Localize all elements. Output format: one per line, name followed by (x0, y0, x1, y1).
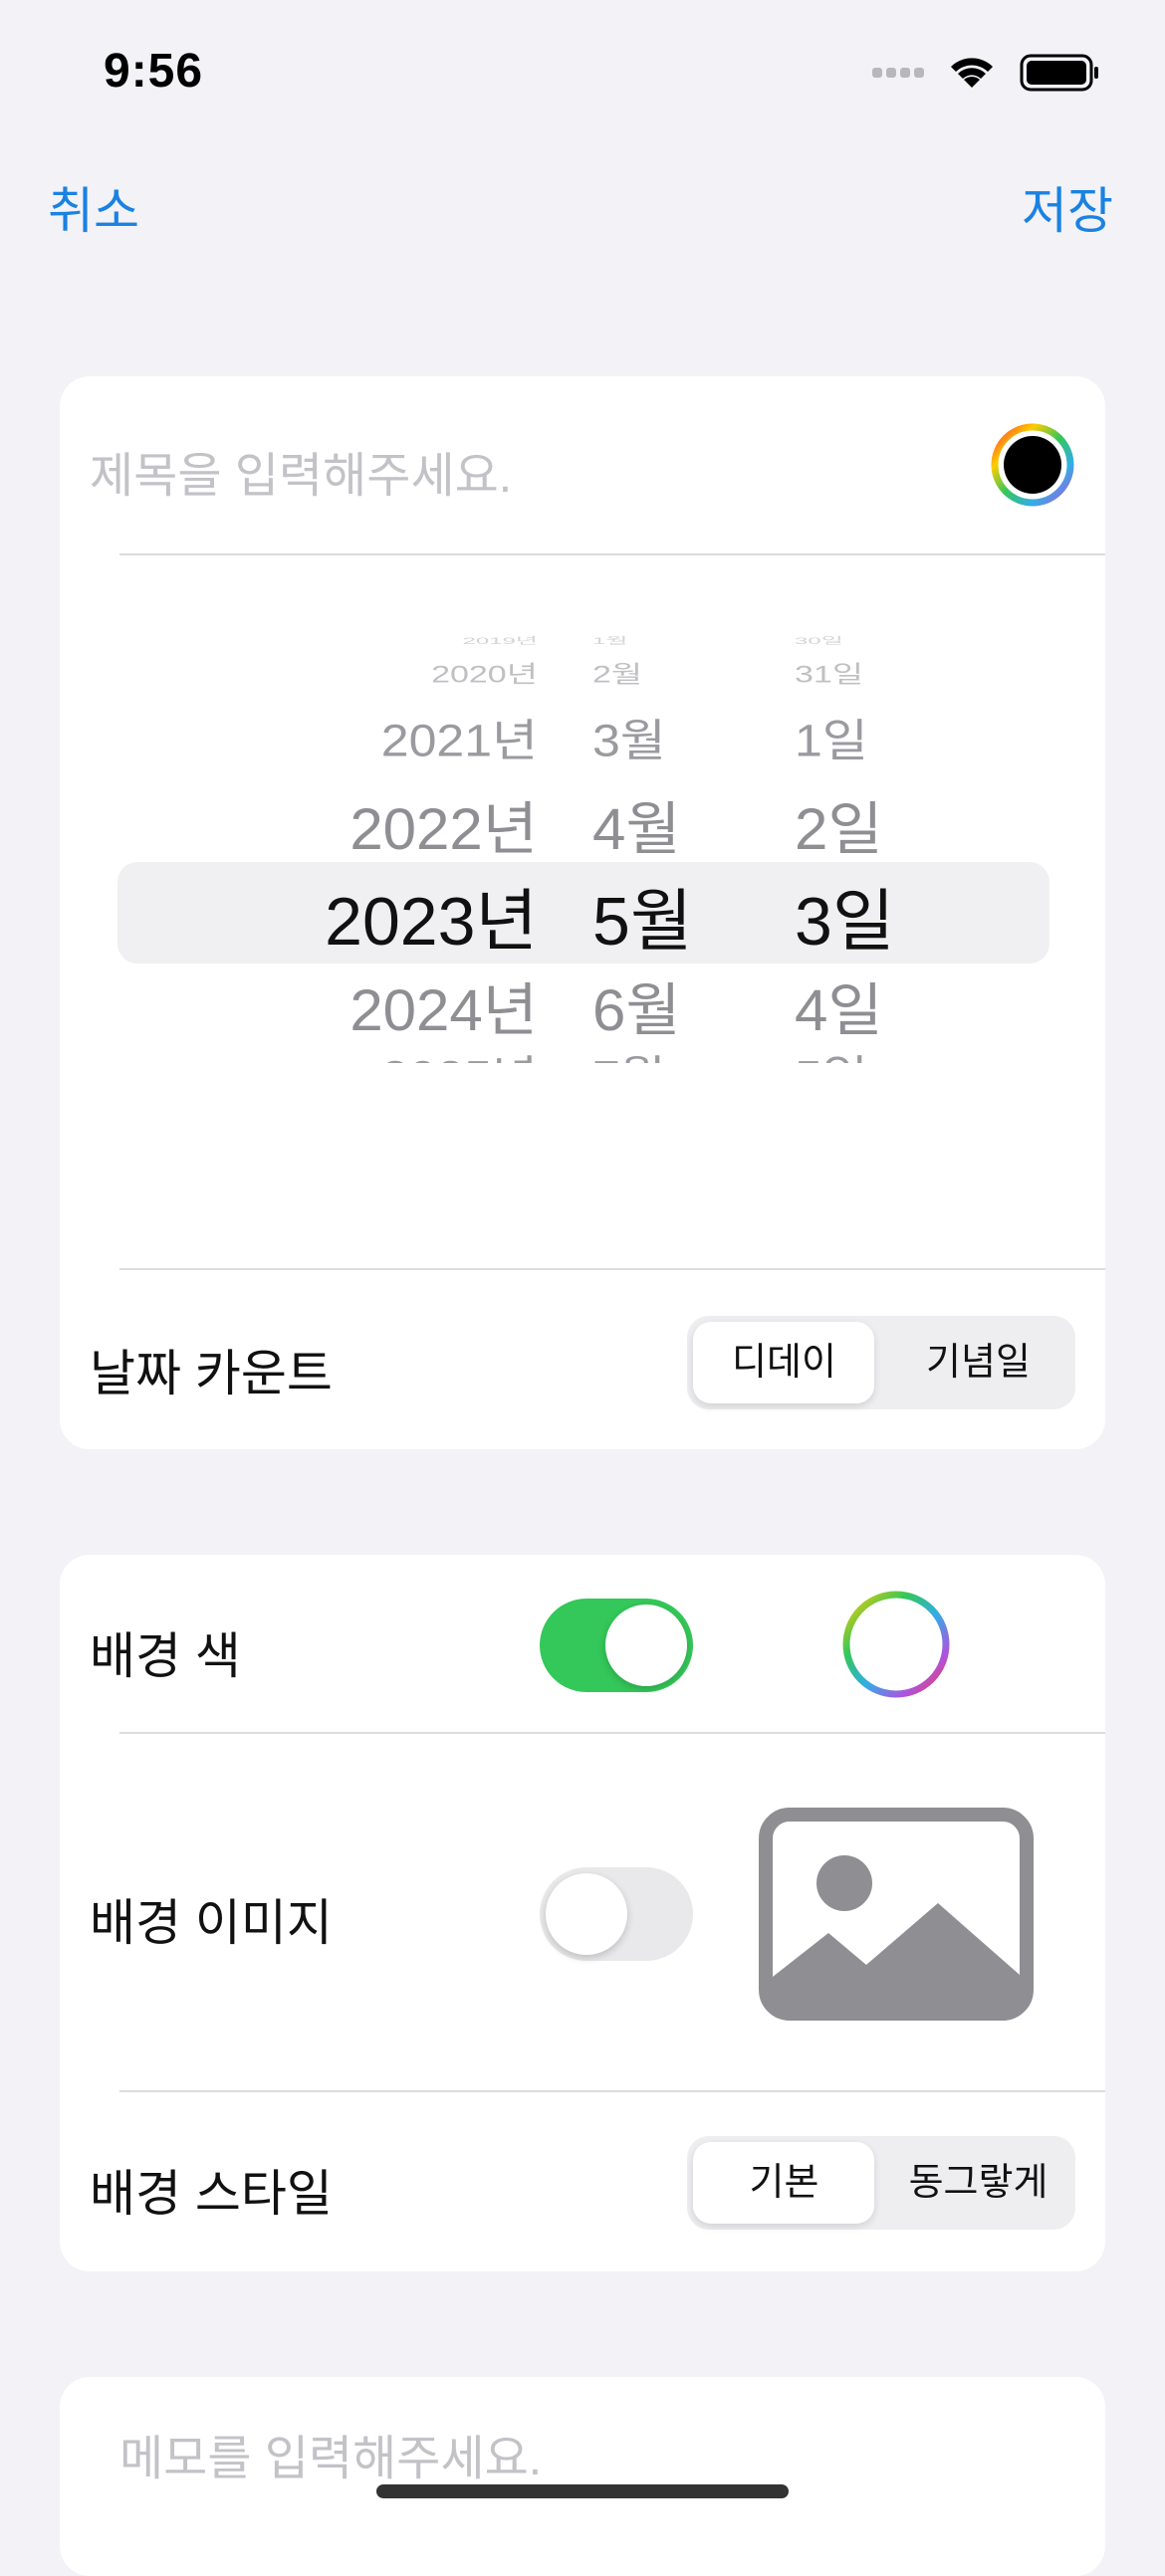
date-count-label: 날짜 카운트 (90, 1346, 333, 1401)
date-picker[interactable]: 2019년2020년2021년2022년2023년2024년2025년2026년… (60, 635, 1105, 1063)
status-time: 9:56 (104, 45, 204, 98)
picker-day-item[interactable]: 2일 (795, 782, 883, 866)
toggle-knob (546, 1873, 627, 1955)
background-style-segmented-control[interactable]: 기본 동그랗게 (687, 2136, 1075, 2230)
picker-year-item[interactable]: 2023년 (325, 866, 538, 965)
picker-day-item[interactable]: 3일 (795, 866, 894, 965)
picker-day-item[interactable]: 1일 (795, 705, 868, 769)
divider (119, 1268, 1105, 1270)
title-input[interactable]: 제목을 입력해주세요. (90, 436, 512, 506)
memo-card: 메모를 입력해주세요. (60, 2377, 1105, 2576)
background-color-toggle[interactable] (540, 1599, 693, 1692)
picker-month-item[interactable]: 6월 (592, 964, 681, 1047)
color-wheel-icon (842, 1591, 950, 1698)
status-icons (872, 54, 1098, 92)
background-color-well[interactable] (840, 1589, 952, 1700)
picker-year-item[interactable]: 2019년 (463, 635, 538, 647)
divider (119, 553, 1105, 555)
background-image-label: 배경 이미지 (90, 1895, 333, 1951)
signal-icon (872, 68, 924, 78)
date-card: 제목을 입력해주세요. 2019년 2020년 2021년 2022년 2023년 202… (60, 376, 1105, 1449)
picker-year-item[interactable]: 2025년 (381, 1041, 538, 1063)
picker-month-item[interactable]: 2월 (592, 655, 642, 689)
background-style-label: 배경 스타일 (90, 2166, 333, 2222)
segment-anniversary[interactable]: 기념일 (881, 1316, 1075, 1409)
cancel-button[interactable]: 취소 (48, 171, 139, 243)
picker-year-item[interactable]: 2024년 (350, 964, 538, 1047)
picker-month-item[interactable]: 5월 (592, 866, 692, 965)
memo-input[interactable]: 메모를 입력해주세요. (119, 2419, 542, 2488)
segment-basic[interactable]: 기본 (687, 2136, 881, 2230)
picker-day-item[interactable]: 4일 (795, 964, 883, 1047)
divider (119, 1732, 1105, 1734)
picker-year-item[interactable]: 2021년 (381, 705, 538, 769)
segment-round[interactable]: 동그랗게 (881, 2136, 1075, 2230)
save-button[interactable]: 저장 (1022, 171, 1113, 243)
picker-month-item[interactable]: 7월 (592, 1041, 666, 1063)
picker-year-item[interactable]: 2020년 (431, 655, 538, 689)
picker-day-item[interactable]: 31일 (795, 655, 863, 689)
background-image-toggle[interactable] (540, 1867, 693, 1961)
background-card: 배경 색 배경 이미지 배경 스타일 기본 동그랗게 (60, 1555, 1105, 2271)
divider (119, 2090, 1105, 2092)
segment-dday[interactable]: 디데이 (687, 1316, 881, 1409)
picker-month-item[interactable]: 1월 (592, 635, 627, 647)
background-color-label: 배경 색 (90, 1628, 241, 1684)
battery-icon (1020, 54, 1098, 92)
title-color-picker[interactable] (990, 422, 1075, 508)
picker-month-item[interactable]: 4월 (592, 782, 681, 866)
selected-color-swatch (1004, 436, 1061, 494)
picker-month-item[interactable]: 3월 (592, 705, 666, 769)
picker-day-item[interactable]: 5일 (795, 1041, 868, 1063)
picker-year-item[interactable]: 2022년 (350, 782, 538, 866)
home-indicator (376, 2484, 789, 2498)
wifi-icon (951, 58, 993, 88)
date-count-segmented-control[interactable]: 디데이 기념일 (687, 1316, 1075, 1409)
picker-day-item[interactable]: 30일 (795, 635, 843, 647)
toggle-knob (605, 1605, 687, 1686)
photo-icon[interactable] (759, 1808, 1034, 2021)
